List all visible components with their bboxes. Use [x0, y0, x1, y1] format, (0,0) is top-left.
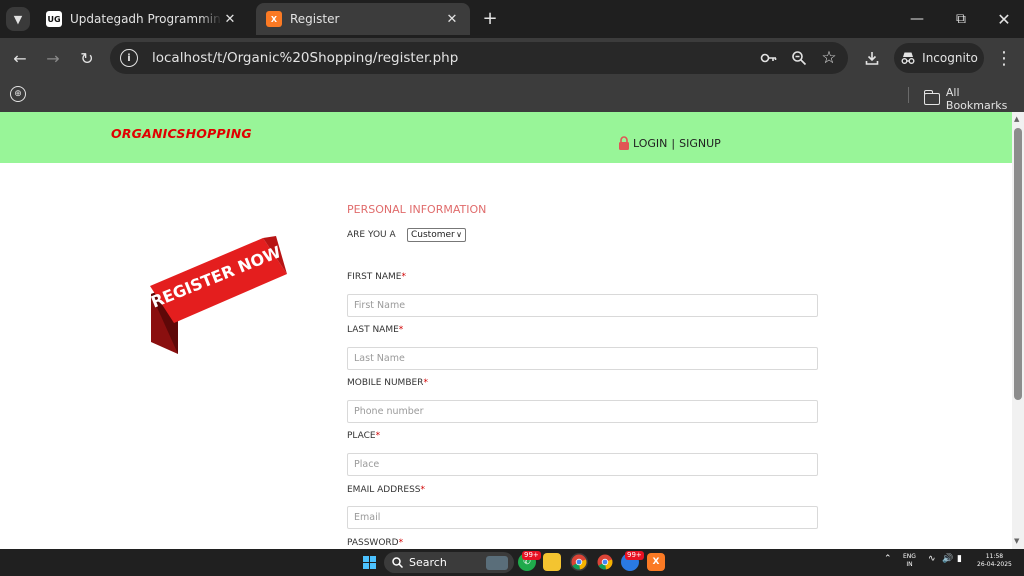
- clock-date: 26-04-2025: [977, 561, 1012, 568]
- site-brand[interactable]: ORGANICSHOPPING: [111, 126, 252, 141]
- battery-icon[interactable]: ▮: [957, 554, 962, 564]
- windows-start-icon[interactable]: [363, 556, 376, 569]
- forward-arrow-icon[interactable]: →: [43, 48, 63, 68]
- reload-icon[interactable]: ↻: [77, 48, 97, 68]
- site-header: ORGANICSHOPPING LOGIN | SIGNUP: [0, 112, 1012, 163]
- chrome-profile-icon[interactable]: [596, 553, 614, 571]
- incognito-label: Incognito: [922, 51, 978, 65]
- xampp-taskbar-icon[interactable]: X: [647, 553, 665, 571]
- signup-link[interactable]: SIGNUP: [679, 137, 721, 150]
- role-label: ARE YOU A: [347, 230, 396, 240]
- language-line1: ENG: [903, 553, 916, 560]
- language-line2: IN: [906, 561, 913, 568]
- chrome-icon[interactable]: [570, 553, 588, 571]
- minimize-icon[interactable]: —: [906, 8, 928, 30]
- volume-icon[interactable]: 🔊: [942, 554, 953, 564]
- place-label: PLACE*: [347, 431, 381, 441]
- mobile-number-label: MOBILE NUMBER*: [347, 378, 428, 388]
- zoom-icon[interactable]: [788, 47, 810, 69]
- url-text[interactable]: localhost/t/Organic%20Shopping/register.…: [152, 50, 758, 66]
- chevron-down-icon: ∨: [456, 230, 462, 239]
- register-now-banner: REGISTER NOW: [148, 236, 287, 354]
- search-highlight-icon: [486, 555, 508, 570]
- taskbar-search-label: Search: [409, 556, 447, 569]
- password-label: PASSWORD*: [347, 538, 404, 548]
- system-clock[interactable]: 11:58 26-04-2025: [977, 553, 1012, 569]
- page-viewport: ORGANICSHOPPING LOGIN | SIGNUP REGISTER …: [0, 112, 1024, 549]
- incognito-icon: [901, 52, 915, 64]
- file-explorer-icon[interactable]: [543, 553, 561, 571]
- app-icon[interactable]: 99+: [621, 551, 644, 571]
- all-bookmarks-label: All Bookmarks: [945, 86, 1008, 112]
- login-link[interactable]: LOGIN: [633, 137, 667, 150]
- tab-register[interactable]: X Register ✕: [256, 3, 470, 35]
- whatsapp-icon[interactable]: ✆ 99+: [518, 551, 541, 571]
- role-select-value: Customer: [411, 230, 455, 240]
- password-key-icon[interactable]: [758, 47, 780, 69]
- tab-close-icon[interactable]: ✕: [444, 11, 460, 27]
- address-bar[interactable]: i localhost/t/Organic%20Shopping/registe…: [110, 42, 848, 74]
- xampp-favicon-icon: X: [266, 11, 282, 27]
- bookmarks-bar: ⊕ All Bookmarks: [0, 78, 1024, 112]
- bookmark-star-icon[interactable]: ☆: [818, 47, 840, 69]
- tab-close-icon[interactable]: ✕: [222, 11, 238, 27]
- wifi-icon[interactable]: ∿: [928, 554, 936, 564]
- mobile-number-field[interactable]: Phone number: [347, 400, 818, 423]
- windows-taskbar: Search ✆ 99+ 99+ X ⌃ ENG IN ∿ 🔊 ▮ 11:58 …: [0, 549, 1024, 576]
- email-field[interactable]: Email: [347, 506, 818, 529]
- tab-title: Updategadh Programming - Upda: [70, 12, 222, 26]
- first-name-label: FIRST NAME*: [347, 272, 406, 282]
- whatsapp-badge: 99+: [522, 551, 541, 560]
- download-icon[interactable]: [862, 48, 882, 68]
- clock-time: 11:58: [985, 553, 1004, 560]
- last-name-label: LAST NAME*: [347, 325, 404, 335]
- back-arrow-icon[interactable]: ←: [10, 48, 30, 68]
- tray-chevron-up-icon[interactable]: ⌃: [884, 554, 892, 564]
- place-field[interactable]: Place: [347, 453, 818, 476]
- updategadh-favicon-icon: UG: [46, 11, 62, 27]
- folder-icon: [923, 90, 940, 105]
- role-select[interactable]: Customer ∨: [407, 228, 466, 242]
- tab-search-chevron-icon[interactable]: ▼: [6, 7, 30, 31]
- site-info-icon[interactable]: i: [120, 49, 138, 67]
- first-name-field[interactable]: First Name: [347, 294, 818, 317]
- globe-icon[interactable]: ⊕: [10, 86, 26, 102]
- lock-icon: [619, 136, 629, 150]
- scroll-up-arrow-icon[interactable]: ▲: [1014, 115, 1019, 123]
- email-address-label: EMAIL ADDRESS*: [347, 485, 426, 495]
- scroll-down-arrow-icon[interactable]: ▼: [1014, 537, 1019, 545]
- scroll-thumb[interactable]: [1014, 128, 1022, 400]
- last-name-field[interactable]: Last Name: [347, 347, 818, 370]
- incognito-indicator[interactable]: Incognito: [894, 43, 984, 73]
- page-scrollbar[interactable]: ▲ ▼: [1012, 112, 1024, 549]
- search-icon: [392, 557, 403, 568]
- new-tab-plus-icon[interactable]: +: [480, 8, 500, 29]
- all-bookmarks-button[interactable]: All Bookmarks: [923, 86, 1024, 112]
- restore-icon[interactable]: ⧉: [950, 8, 972, 30]
- language-indicator[interactable]: ENG IN: [903, 553, 916, 569]
- tab-strip: ▼ UG Updategadh Programming - Upda ✕ X R…: [0, 0, 1024, 38]
- bookmarks-divider: [908, 87, 909, 103]
- close-window-icon[interactable]: ✕: [993, 8, 1015, 30]
- taskbar-search[interactable]: Search: [384, 552, 514, 573]
- auth-separator: |: [671, 136, 676, 150]
- tab-title: Register: [290, 12, 340, 26]
- app-badge: 99+: [625, 551, 644, 560]
- menu-kebab-icon[interactable]: ⋮: [994, 48, 1014, 69]
- auth-links: LOGIN | SIGNUP: [618, 136, 721, 150]
- section-title: PERSONAL INFORMATION: [347, 203, 487, 216]
- browser-toolbar: ← → ↻ i localhost/t/Organic%20Shopping/r…: [0, 38, 1024, 78]
- tab-updategadh[interactable]: UG Updategadh Programming - Upda ✕: [36, 3, 248, 35]
